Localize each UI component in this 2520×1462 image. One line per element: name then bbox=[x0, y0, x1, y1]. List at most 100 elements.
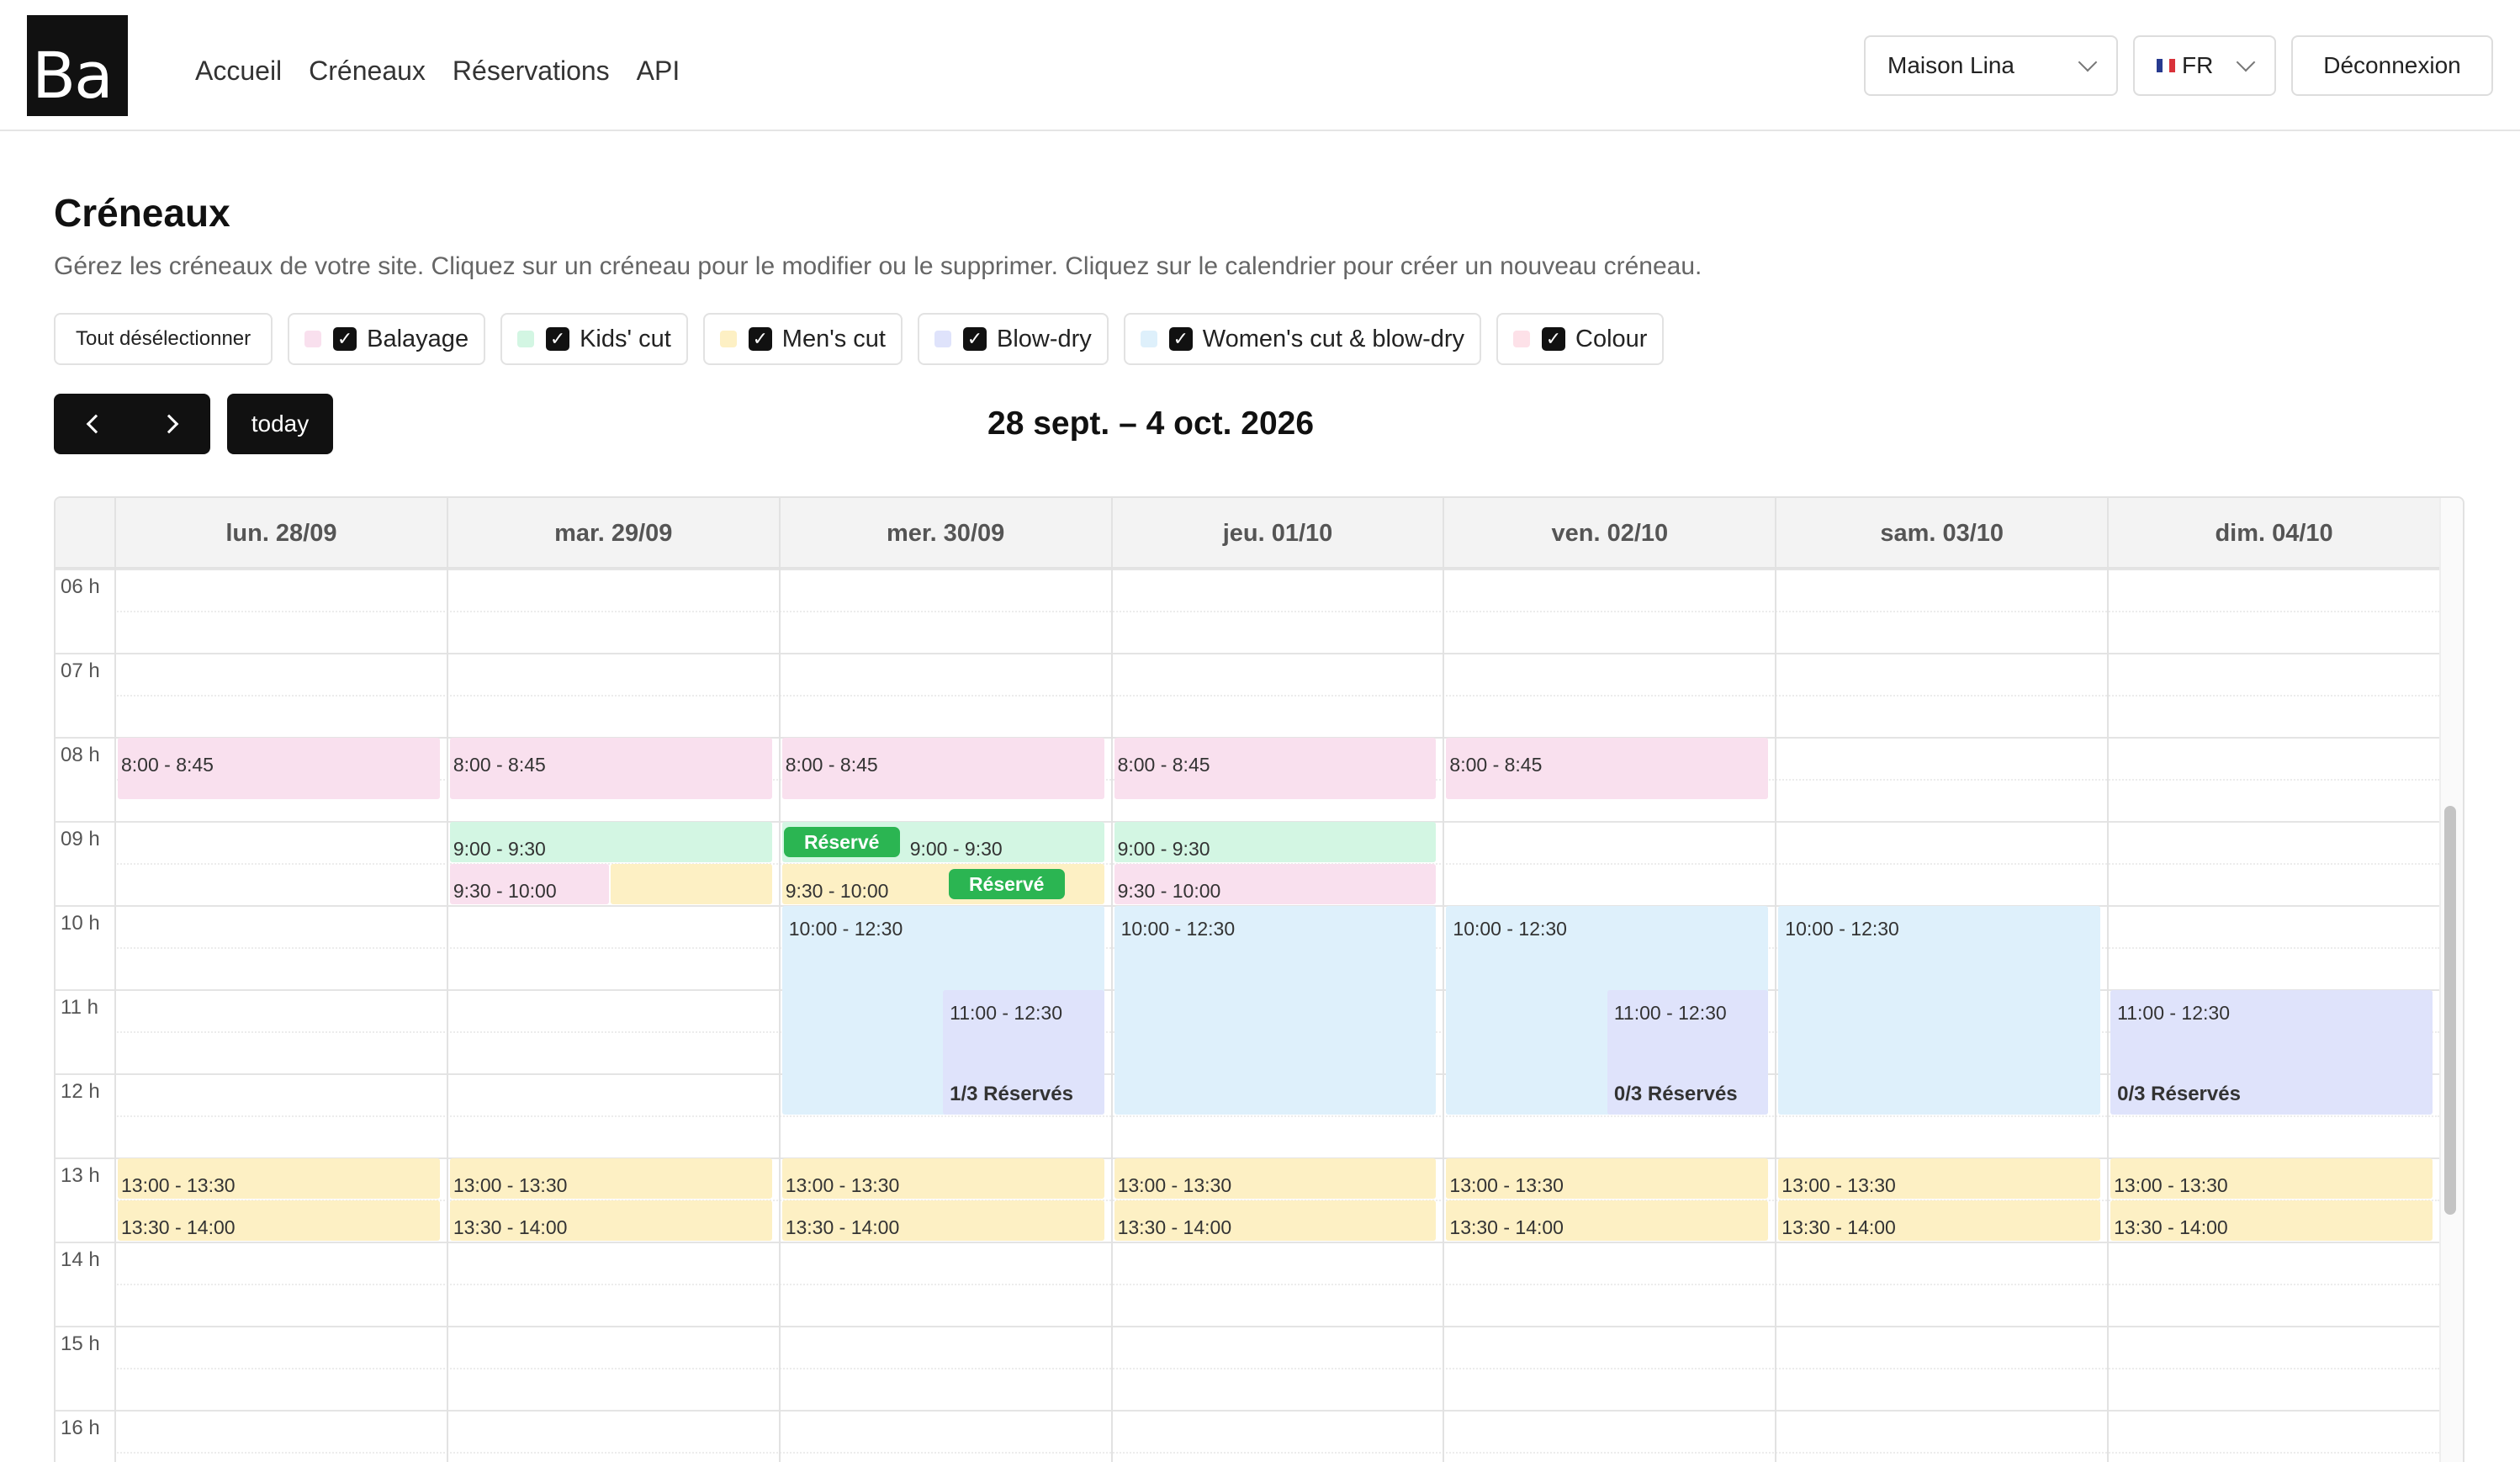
time-slot-balayage[interactable]: 9:30 - 10:00 bbox=[1114, 864, 1437, 904]
time-slot-mens[interactable]: 13:30 - 14:00 bbox=[781, 1200, 1104, 1241]
checkbox-checked-icon[interactable]: ✓ bbox=[1542, 327, 1566, 351]
page-description: Gérez les créneaux de votre site. Clique… bbox=[54, 252, 1702, 280]
time-slot-mens[interactable]: 13:00 - 13:30 bbox=[1778, 1158, 2101, 1199]
slot-time-label: 8:00 - 8:45 bbox=[453, 754, 546, 776]
prev-week-button[interactable] bbox=[54, 394, 132, 454]
scrollbar-thumb[interactable] bbox=[2444, 806, 2456, 1215]
checkbox-checked-icon[interactable]: ✓ bbox=[546, 327, 570, 351]
hour-label: 12 h bbox=[61, 1080, 100, 1103]
nav-accueil[interactable]: Accueil bbox=[195, 56, 282, 87]
chevron-left-icon bbox=[86, 414, 105, 434]
time-slot-women[interactable]: 10:00 - 12:30 bbox=[1114, 906, 1437, 1115]
day-header: jeu. 01/10 bbox=[1110, 498, 1443, 569]
time-slot-mens[interactable] bbox=[611, 864, 772, 904]
hour-gridline bbox=[56, 569, 2439, 570]
slot-time-label: 9:30 - 10:00 bbox=[1117, 880, 1221, 902]
time-slot-women[interactable]: 10:00 - 12:30 bbox=[1778, 906, 2101, 1115]
slot-time-label: 8:00 - 8:45 bbox=[121, 754, 214, 776]
slot-time-label: 9:30 - 10:00 bbox=[785, 880, 889, 902]
reserved-badge: Réservé bbox=[948, 869, 1065, 899]
checkbox-checked-icon[interactable]: ✓ bbox=[962, 327, 987, 351]
time-slot-kids[interactable]: 9:00 - 9:30 bbox=[1114, 822, 1437, 862]
date-range-title: 28 sept. – 4 oct. 2026 bbox=[987, 405, 1315, 442]
time-slot-blowdry[interactable]: 11:00 - 12:30 0/3 Réservés bbox=[2110, 990, 2433, 1115]
slot-time-label: 13:30 - 14:00 bbox=[1781, 1216, 1896, 1238]
day-column-divider bbox=[1443, 569, 1445, 1462]
time-slot-mens[interactable]: 13:30 - 14:00 bbox=[2110, 1200, 2433, 1241]
slot-time-label: 8:00 - 8:45 bbox=[1449, 754, 1543, 776]
logout-button[interactable]: Déconnexion bbox=[2291, 35, 2493, 96]
time-slot-blowdry[interactable]: 11:00 - 12:30 1/3 Réservés bbox=[943, 990, 1104, 1115]
slot-time-label: 10:00 - 12:30 bbox=[788, 918, 903, 940]
time-slot-balayage[interactable]: 8:00 - 8:45 bbox=[449, 738, 772, 799]
checkbox-checked-icon[interactable]: ✓ bbox=[333, 327, 357, 351]
slot-time-label: 13:00 - 13:30 bbox=[121, 1174, 236, 1196]
slot-time-label: 13:30 - 14:00 bbox=[785, 1216, 900, 1238]
day-header: lun. 28/09 bbox=[114, 498, 447, 569]
time-slot-mens[interactable]: 13:00 - 13:30 bbox=[118, 1158, 440, 1199]
day-header: mer. 30/09 bbox=[778, 498, 1111, 569]
checkbox-checked-icon[interactable]: ✓ bbox=[748, 327, 772, 351]
time-slot-balayage[interactable]: 8:00 - 8:45 bbox=[781, 738, 1104, 799]
filter-chip[interactable]: ✓ Kids' cut bbox=[500, 313, 688, 365]
time-slot-balayage[interactable]: 8:00 - 8:45 bbox=[118, 738, 440, 799]
calendar-toolbar: today 28 sept. – 4 oct. 2026 bbox=[54, 394, 2463, 454]
time-slot-balayage[interactable]: 8:00 - 8:45 bbox=[1446, 738, 1769, 799]
time-slot-mens[interactable]: 13:00 - 13:30 bbox=[2110, 1158, 2433, 1199]
week-calendar: lun. 28/09 mar. 29/09 mer. 30/09 jeu. 01/10… bbox=[54, 496, 2464, 1462]
filter-chip[interactable]: ✓ Blow-dry bbox=[917, 313, 1109, 365]
calendar-scrollbar[interactable] bbox=[2439, 498, 2463, 1462]
half-hour-gridline bbox=[114, 611, 2439, 612]
color-swatch bbox=[1140, 331, 1157, 347]
time-slot-mens[interactable]: 13:00 - 13:30 bbox=[449, 1158, 772, 1199]
hour-gridline bbox=[56, 1242, 2439, 1243]
filter-chip[interactable]: ✓ Men's cut bbox=[702, 313, 903, 365]
time-slot-mens[interactable]: 13:30 - 14:00 bbox=[1114, 1200, 1437, 1241]
time-slot-mens[interactable]: 13:30 - 14:00 bbox=[1446, 1200, 1769, 1241]
calendar-grid[interactable]: 06 h 07 h 08 h 09 h 10 h 11 h 12 h 13 h 14 h 15 h… bbox=[56, 569, 2441, 1462]
header-actions: Maison Lina FR Déconnexion bbox=[1864, 35, 2493, 96]
slot-time-label: 11:00 - 12:30 bbox=[950, 1002, 1062, 1024]
time-slot-mens[interactable]: 13:30 - 14:00 bbox=[1778, 1200, 2101, 1241]
time-slot-mens[interactable]: 13:00 - 13:30 bbox=[1446, 1158, 1769, 1199]
chevron-right-icon bbox=[159, 414, 178, 434]
time-slot-blowdry[interactable]: 11:00 - 12:30 0/3 Réservés bbox=[1607, 990, 1769, 1115]
hour-label: 11 h bbox=[61, 996, 98, 1019]
filter-label: Women's cut & blow-dry bbox=[1202, 325, 1465, 352]
filter-chip[interactable]: ✓ Balayage bbox=[288, 313, 486, 365]
time-slot-mens[interactable]: Réservé 9:30 - 10:00 bbox=[781, 864, 1104, 904]
time-slot-kids[interactable]: 9:00 - 9:30 bbox=[449, 822, 772, 862]
time-slot-balayage[interactable]: 9:30 - 10:00 bbox=[449, 864, 610, 904]
site-select[interactable]: Maison Lina bbox=[1864, 35, 2118, 96]
booking-count: 1/3 Réservés bbox=[950, 1083, 1073, 1105]
slot-time-label: 13:30 - 14:00 bbox=[453, 1216, 568, 1238]
slot-time-label: 11:00 - 12:30 bbox=[1613, 1002, 1727, 1024]
language-select-value: FR bbox=[2182, 52, 2214, 78]
language-select[interactable]: FR bbox=[2133, 35, 2276, 96]
day-column-divider bbox=[1775, 569, 1777, 1462]
time-slot-mens[interactable]: 13:00 - 13:30 bbox=[781, 1158, 1104, 1199]
filter-chip[interactable]: ✓ Colour bbox=[1496, 313, 1665, 365]
nav-reservations[interactable]: Réservations bbox=[453, 56, 610, 87]
time-slot-mens[interactable]: 13:30 - 14:00 bbox=[449, 1200, 772, 1241]
day-header: dim. 04/10 bbox=[2107, 498, 2439, 569]
chevron-down-icon bbox=[2078, 52, 2098, 72]
hour-gridline bbox=[56, 653, 2439, 654]
time-slot-kids[interactable]: Réservé 9:00 - 9:30 bbox=[781, 822, 1104, 862]
day-header: mar. 29/09 bbox=[446, 498, 779, 569]
deselect-all-button[interactable]: Tout désélectionner bbox=[54, 313, 273, 365]
checkbox-checked-icon[interactable]: ✓ bbox=[1168, 327, 1193, 351]
nav-api[interactable]: API bbox=[637, 56, 680, 87]
time-slot-mens[interactable]: 13:00 - 13:30 bbox=[1114, 1158, 1437, 1199]
today-button[interactable]: today bbox=[227, 394, 333, 454]
next-week-button[interactable] bbox=[132, 394, 210, 454]
time-slot-balayage[interactable]: 8:00 - 8:45 bbox=[1114, 738, 1437, 799]
nav-creneaux[interactable]: Créneaux bbox=[309, 56, 426, 87]
hour-label: 08 h bbox=[61, 744, 100, 766]
slot-time-label: 13:00 - 13:30 bbox=[1781, 1174, 1896, 1196]
filter-chip[interactable]: ✓ Women's cut & blow-dry bbox=[1123, 313, 1482, 365]
logo[interactable]: Ba bbox=[27, 15, 128, 116]
time-slot-mens[interactable]: 13:30 - 14:00 bbox=[118, 1200, 440, 1241]
hour-label: 13 h bbox=[61, 1164, 100, 1187]
filter-label: Kids' cut bbox=[580, 325, 671, 352]
